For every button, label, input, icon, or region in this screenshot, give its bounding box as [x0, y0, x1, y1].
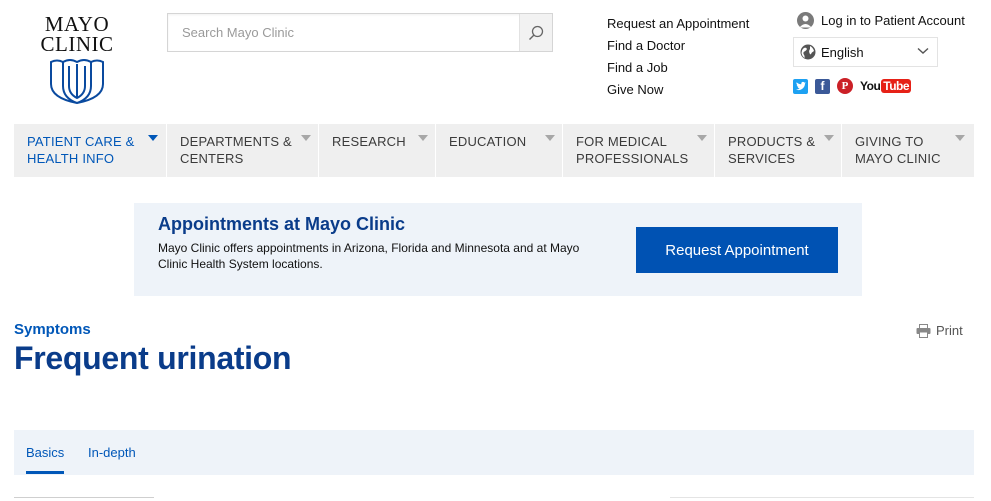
caret-down-icon	[955, 135, 965, 141]
nav-item-label: FOR MEDICAL PROFESSIONALS	[576, 134, 689, 166]
mayo-clinic-logo[interactable]: MAYO CLINIC	[38, 14, 116, 104]
language-label: English	[821, 44, 864, 60]
appointments-text: Mayo Clinic offers appointments in Arizo…	[158, 241, 580, 271]
find-doctor-link[interactable]: Find a Doctor	[607, 35, 749, 57]
main-nav: PATIENT CARE & HEALTH INFO DEPARTMENTS &…	[14, 124, 974, 177]
pinterest-icon[interactable]: P	[837, 78, 853, 94]
nav-item-patient-care[interactable]: PATIENT CARE & HEALTH INFO	[14, 124, 167, 177]
search-input[interactable]	[168, 14, 520, 51]
twitter-icon[interactable]	[793, 78, 808, 94]
caret-down-icon	[301, 135, 311, 141]
youtube-icon[interactable]: You Tube	[860, 78, 912, 94]
facebook-icon[interactable]: f	[815, 78, 830, 94]
search-button[interactable]	[519, 14, 552, 51]
nav-item-giving[interactable]: GIVING TO MAYO CLINIC	[842, 124, 974, 177]
page-title: Frequent urination	[14, 340, 292, 376]
print-label: Print	[936, 323, 963, 338]
nav-item-label: DEPARTMENTS & CENTERS	[180, 134, 292, 166]
nav-item-education[interactable]: EDUCATION	[436, 124, 563, 177]
divider	[670, 497, 974, 498]
find-job-link[interactable]: Find a Job	[607, 57, 749, 79]
user-icon	[797, 12, 814, 29]
print-button[interactable]: Print	[916, 323, 963, 338]
logo-text-line-1: MAYO	[44, 12, 110, 36]
nav-item-label: PATIENT CARE & HEALTH INFO	[27, 134, 135, 166]
request-appointment-button[interactable]: Request Appointment	[636, 227, 838, 273]
active-tab-indicator	[26, 471, 64, 474]
content-tabs: Basics In-depth	[14, 430, 974, 475]
logo-text-line-2: CLINIC	[40, 32, 114, 56]
nav-item-medical-professionals[interactable]: FOR MEDICAL PROFESSIONALS	[563, 124, 715, 177]
youtube-you-text: You	[860, 79, 881, 93]
shield-logo-icon	[50, 59, 104, 104]
social-links: f P You Tube	[793, 78, 918, 94]
give-now-link[interactable]: Give Now	[607, 79, 749, 101]
divider	[14, 497, 154, 498]
search-icon	[529, 25, 544, 40]
nav-item-research[interactable]: RESEARCH	[319, 124, 436, 177]
globe-icon	[800, 44, 816, 60]
youtube-tube-text: Tube	[881, 79, 912, 93]
tab-basics[interactable]: Basics	[26, 445, 64, 460]
quick-links: Request an Appointment Find a Doctor Fin…	[607, 13, 749, 101]
patient-account-login[interactable]: Log in to Patient Account	[797, 12, 965, 29]
printer-icon	[916, 323, 931, 338]
nav-item-departments[interactable]: DEPARTMENTS & CENTERS	[167, 124, 319, 177]
search-box	[167, 13, 553, 52]
request-appointment-link[interactable]: Request an Appointment	[607, 13, 749, 35]
appointments-title: Appointments at Mayo Clinic	[158, 214, 406, 234]
caret-down-icon	[418, 135, 428, 141]
language-select[interactable]: English	[793, 37, 938, 67]
nav-item-products-services[interactable]: PRODUCTS & SERVICES	[715, 124, 842, 177]
chevron-down-icon	[917, 47, 929, 54]
caret-down-icon	[824, 135, 834, 141]
caret-down-icon	[545, 135, 555, 141]
caret-down-icon	[148, 135, 158, 141]
tab-in-depth[interactable]: In-depth	[88, 445, 136, 460]
appointments-banner: Appointments at Mayo Clinic Mayo Clinic …	[134, 203, 862, 296]
account-label: Log in to Patient Account	[821, 13, 965, 28]
section-label-symptoms[interactable]: Symptoms	[14, 321, 91, 338]
caret-down-icon	[697, 135, 707, 141]
